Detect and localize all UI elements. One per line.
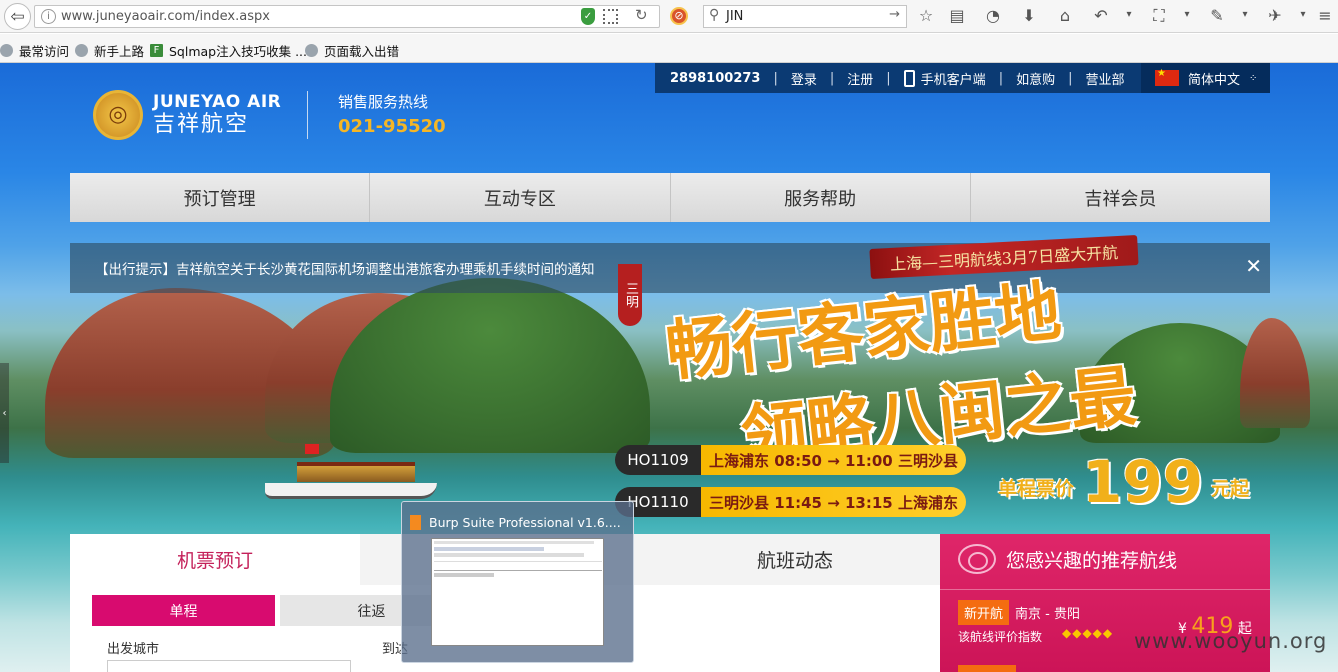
chevron-down-icon[interactable]: ▾ (1176, 9, 1198, 20)
download-icon[interactable]: ⬇ (1018, 6, 1040, 25)
watermark: www.wooyun.org (1134, 629, 1328, 653)
bookmark-getting-started[interactable]: 新手上路 (75, 41, 144, 60)
new-route-badge: 新开航 (958, 600, 1010, 625)
account-number: 2898100273 (670, 70, 761, 86)
main-nav: 预订管理 互动专区 服务帮助 吉祥会员 (70, 173, 1270, 222)
fare-value: 199 (1082, 448, 1204, 516)
back-arrow-icon: ⇦ (10, 6, 25, 27)
rating-label: 该航线评价指数 (958, 630, 1043, 644)
new-route-badge (958, 665, 1016, 672)
taskbar-window-preview[interactable]: Burp Suite Professional v1.6.... (401, 501, 634, 663)
page-content: 2898100273 | 登录 | 注册 | 手机客户端 | 如意购 | 营业部… (0, 63, 1338, 672)
language-selector[interactable]: 简体中文 ⁘ (1141, 63, 1270, 93)
browser-toolbar: ⇦ i www.juneyaoair.com/index.aspx ✓ ↻ ⊘ … (0, 0, 1338, 33)
menu-icon[interactable]: ≡ (1314, 6, 1336, 25)
logo-cn: 吉祥航空 (153, 112, 250, 137)
sanming-tag: 三明 (618, 264, 642, 326)
site-logo[interactable]: ◎ JUNEYAO AIR 吉祥航空 (93, 87, 308, 143)
logo-emblem-icon: ◎ (93, 90, 143, 140)
sales-hotline: 销售服务热线 021-95520 (307, 91, 446, 139)
carousel-prev-button[interactable]: ‹ (0, 363, 9, 463)
bookmark-most-visited[interactable]: 最常访问 (0, 41, 69, 60)
tab-ticket-booking[interactable]: 机票预订 (70, 534, 360, 585)
mobile-client-link[interactable]: 手机客户端 (921, 69, 986, 88)
nav-interactive-zone[interactable]: 互动专区 (370, 173, 671, 222)
chevron-down-icon[interactable]: ▾ (1118, 9, 1140, 20)
notice-text[interactable]: 【出行提示】吉祥航空关于长沙黄花国际机场调整出港旅客办理乘机手续时间的通知 (95, 258, 595, 278)
translate-icon[interactable]: ✎ (1206, 6, 1228, 25)
depart-city-input[interactable] (107, 660, 351, 672)
route-link[interactable]: 南京 - 贵阳 (1015, 603, 1080, 622)
ruyigou-link[interactable]: 如意购 (1016, 69, 1055, 88)
expand-icon: ⁘ (1249, 72, 1258, 84)
reading-list-icon[interactable]: ▤ (946, 6, 968, 25)
info-icon[interactable]: i (41, 9, 56, 24)
search-value: JIN (726, 9, 744, 24)
feed-icon: F (150, 44, 163, 57)
undo-icon[interactable]: ↶ (1090, 6, 1112, 25)
recommend-title: 您感兴趣的推荐航线 (1006, 549, 1178, 572)
back-button[interactable]: ⇦ (4, 3, 31, 30)
cloud-logo-icon (958, 544, 996, 574)
cliff-right (1240, 318, 1310, 428)
top-links-bar: 2898100273 | 登录 | 注册 | 手机客户端 | 如意购 | 营业部 (655, 63, 1141, 93)
office-link[interactable]: 营业部 (1085, 69, 1124, 88)
qr-code-icon[interactable] (603, 9, 618, 24)
tools-icon[interactable]: ✈ (1264, 6, 1286, 25)
bookmark-sqlmap[interactable]: F Sqlmap注入技巧收集 ... (150, 41, 307, 60)
burp-suite-icon (410, 515, 421, 530)
search-go-icon[interactable]: → (889, 7, 900, 22)
flight-info: 上海浦东 08:50 → 11:00 三明沙县 (701, 445, 966, 475)
fare-display: 单程票价 199 元起 (998, 453, 1249, 511)
fare-label: 单程票价 (998, 478, 1075, 500)
flight-info: 三明沙县 11:45 → 13:15 上海浦东 (701, 487, 966, 517)
globe-icon (75, 44, 88, 57)
globe-icon (305, 44, 318, 57)
reload-icon[interactable]: ↻ (635, 6, 648, 24)
close-icon[interactable]: ✕ (1245, 254, 1262, 278)
logo-en: JUNEYAO AIR (153, 92, 282, 112)
hotline-label: 销售服务热线 (338, 93, 429, 111)
depart-city-label: 出发城市 (107, 642, 160, 657)
crop-icon[interactable]: ⛶ (1148, 6, 1170, 26)
boat-illustration (265, 444, 437, 505)
fare-suffix: 元起 (1211, 478, 1250, 500)
preview-title: Burp Suite Professional v1.6.... (410, 515, 621, 530)
login-link[interactable]: 登录 (791, 69, 817, 88)
nav-service-help[interactable]: 服务帮助 (671, 173, 971, 222)
search-icon: ⚲ (709, 7, 720, 23)
register-link[interactable]: 注册 (847, 69, 873, 88)
shield-icon[interactable]: ✓ (581, 8, 595, 25)
language-label: 简体中文 (1188, 72, 1241, 88)
bookmark-load-error[interactable]: 页面载入出错 (305, 41, 399, 60)
bookmarks-bar: 最常访问 新手上路 F Sqlmap注入技巧收集 ... 页面载入出错 (0, 34, 1338, 63)
globe-icon (0, 44, 13, 57)
hotline-number: 021-95520 (338, 116, 446, 137)
chevron-down-icon[interactable]: ▾ (1292, 9, 1314, 20)
china-flag-icon (1155, 68, 1179, 86)
recommend-header: 您感兴趣的推荐航线 (958, 544, 1177, 574)
rating-stars: ◆◆◆◆◆ (1062, 626, 1114, 640)
nav-booking-management[interactable]: 预订管理 (70, 173, 371, 222)
flight-row: HO1109 上海浦东 08:50 → 11:00 三明沙县 (615, 445, 966, 475)
palette-icon[interactable]: ◔ (982, 6, 1004, 25)
one-way-button[interactable]: 单程 (92, 595, 275, 626)
flight-row: HO1110 三明沙县 11:45 → 13:15 上海浦东 (615, 487, 966, 517)
flight-code: HO1109 (615, 445, 701, 475)
block-icon[interactable]: ⊘ (670, 7, 688, 25)
home-icon[interactable]: ⌂ (1054, 6, 1076, 25)
chevron-down-icon[interactable]: ▾ (1234, 9, 1256, 20)
tab-flight-status[interactable]: 航班动态 (650, 534, 940, 585)
star-icon[interactable]: ☆ (915, 6, 937, 25)
window-thumbnail[interactable] (431, 538, 604, 646)
nav-membership[interactable]: 吉祥会员 (971, 173, 1270, 222)
search-input[interactable]: ⚲ JIN → (703, 5, 907, 28)
url-bar[interactable]: i www.juneyaoair.com/index.aspx ✓ ↻ (34, 5, 660, 28)
mobile-phone-icon (903, 69, 915, 87)
url-text: www.juneyaoair.com/index.aspx (61, 9, 270, 24)
